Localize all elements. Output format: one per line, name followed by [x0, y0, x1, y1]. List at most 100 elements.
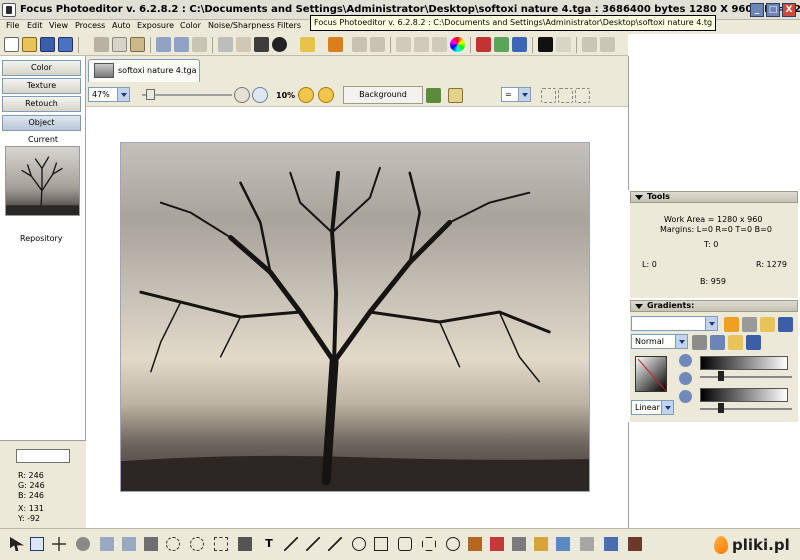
background-button[interactable]: Background: [343, 86, 423, 104]
select-all-icon[interactable]: [541, 88, 556, 103]
menu-view[interactable]: View: [49, 21, 68, 30]
cut-icon[interactable]: [94, 37, 109, 52]
stamp-tool-icon[interactable]: [628, 537, 642, 551]
minimize-button[interactable]: _: [750, 3, 764, 17]
rectangle-tool-icon[interactable]: [374, 537, 388, 551]
equals-select[interactable]: =: [501, 87, 531, 102]
crop-icon[interactable]: [192, 37, 207, 52]
edit-image-icon[interactable]: [448, 88, 463, 103]
ellipse-tool-icon[interactable]: [446, 537, 460, 551]
menu-filters[interactable]: Filters: [277, 21, 301, 30]
freehand-select-icon[interactable]: [166, 537, 180, 551]
retouch-tool-icon[interactable]: [604, 537, 618, 551]
grid-icon[interactable]: [582, 37, 597, 52]
photo-canvas[interactable]: [120, 142, 590, 492]
clone-tool-icon[interactable]: [556, 537, 570, 551]
move-icon[interactable]: [52, 537, 66, 551]
gradient-slider-bottom[interactable]: [700, 408, 792, 410]
zoom-select[interactable]: 47%: [88, 87, 130, 102]
gradient-preview[interactable]: [635, 356, 667, 392]
print-icon[interactable]: [396, 37, 411, 52]
bucket-icon[interactable]: [692, 335, 707, 350]
invert-selection-icon[interactable]: [575, 88, 590, 103]
color-replace-icon[interactable]: [490, 537, 504, 551]
levels-icon[interactable]: [352, 37, 367, 52]
hand-icon[interactable]: [218, 37, 233, 52]
resize-icon[interactable]: [600, 37, 615, 52]
circle-tool-icon[interactable]: [352, 537, 366, 551]
gradient-transparency-icon[interactable]: [679, 390, 692, 403]
gradient-ramp-bottom[interactable]: [700, 388, 788, 402]
usm-icon[interactable]: [556, 37, 571, 52]
document-tab[interactable]: softoxi nature 4.tga: [88, 59, 200, 82]
deselect-icon[interactable]: [558, 88, 573, 103]
menu-color[interactable]: Color: [180, 21, 201, 30]
layers-icon[interactable]: [512, 37, 527, 52]
copy-icon[interactable]: [112, 37, 127, 52]
clipboard-icon[interactable]: [236, 37, 251, 52]
zoom-fit-icon[interactable]: [234, 87, 250, 103]
ellipse-select-icon[interactable]: [190, 537, 204, 551]
menu-noise-sharpness[interactable]: Noise/Sharpness: [208, 21, 275, 30]
menu-auto[interactable]: Auto: [112, 21, 131, 30]
pointer-icon[interactable]: [10, 537, 24, 551]
retouch-button[interactable]: Retouch: [2, 96, 81, 112]
gradient-type-select[interactable]: Linear: [631, 400, 674, 415]
eyedropper-icon[interactable]: [238, 537, 252, 551]
effects-icon[interactable]: [476, 37, 491, 52]
tools-icon[interactable]: [710, 335, 725, 350]
magic-wand-icon[interactable]: [100, 537, 114, 551]
save-icon[interactable]: [40, 37, 55, 52]
polyline-tool-icon[interactable]: [306, 537, 320, 551]
open-folder-icon[interactable]: [760, 317, 775, 332]
gradient-angle-icon[interactable]: [679, 354, 692, 367]
new-file-icon[interactable]: [4, 37, 19, 52]
gradient-center-icon[interactable]: [679, 372, 692, 385]
tools-panel-header[interactable]: Tools: [630, 191, 798, 203]
wand-icon[interactable]: [300, 37, 315, 52]
stamp-icon[interactable]: [432, 37, 447, 52]
color-button[interactable]: Color: [2, 60, 81, 76]
open-folder-icon[interactable]: [22, 37, 37, 52]
gradient-slider-top[interactable]: [700, 376, 792, 378]
app-icon[interactable]: [2, 3, 16, 17]
arrow-left-icon[interactable]: [298, 87, 314, 103]
menu-process[interactable]: Process: [75, 21, 105, 30]
save-as-icon[interactable]: [58, 37, 73, 52]
curves-icon[interactable]: [370, 37, 385, 52]
grayscale-icon[interactable]: [538, 37, 553, 52]
save-icon[interactable]: [778, 317, 793, 332]
flip-vertical-icon[interactable]: [174, 37, 189, 52]
rounded-rect-tool-icon[interactable]: [398, 537, 412, 551]
image-icon[interactable]: [254, 37, 269, 52]
gradient-stop-handle[interactable]: [718, 403, 724, 413]
lasso-icon[interactable]: [122, 537, 136, 551]
zoom-slider-track[interactable]: [142, 94, 232, 96]
flip-horizontal-icon[interactable]: [156, 37, 171, 52]
maximize-button[interactable]: □: [766, 3, 780, 17]
hue-icon[interactable]: [450, 37, 465, 52]
save-icon[interactable]: [746, 335, 761, 350]
texture-button[interactable]: Texture: [2, 78, 81, 94]
line-tool-icon[interactable]: [284, 537, 298, 551]
add-icon[interactable]: [724, 317, 739, 332]
paste-icon[interactable]: [130, 37, 145, 52]
close-button[interactable]: X: [782, 3, 796, 17]
pen-icon[interactable]: [414, 37, 429, 52]
gradient-tool-icon[interactable]: [512, 537, 526, 551]
smart-select-icon[interactable]: [144, 537, 158, 551]
fill-bucket-icon[interactable]: [468, 537, 482, 551]
polygon-tool-icon[interactable]: [422, 537, 436, 551]
hand-tool-icon[interactable]: [76, 537, 90, 551]
canvas-area[interactable]: [86, 107, 628, 528]
mask-icon[interactable]: [494, 37, 509, 52]
magnifier-icon[interactable]: [252, 87, 268, 103]
zoom-slider-handle[interactable]: [146, 89, 155, 100]
landscape-icon[interactable]: [426, 88, 441, 103]
text-tool-icon[interactable]: T: [262, 537, 276, 551]
open-folder-icon[interactable]: [728, 335, 743, 350]
gradient-ramp-top[interactable]: [700, 356, 788, 370]
blend-mode-select[interactable]: Normal: [631, 334, 688, 349]
rect-select-icon[interactable]: [214, 537, 228, 551]
brush-icon[interactable]: [328, 37, 343, 52]
